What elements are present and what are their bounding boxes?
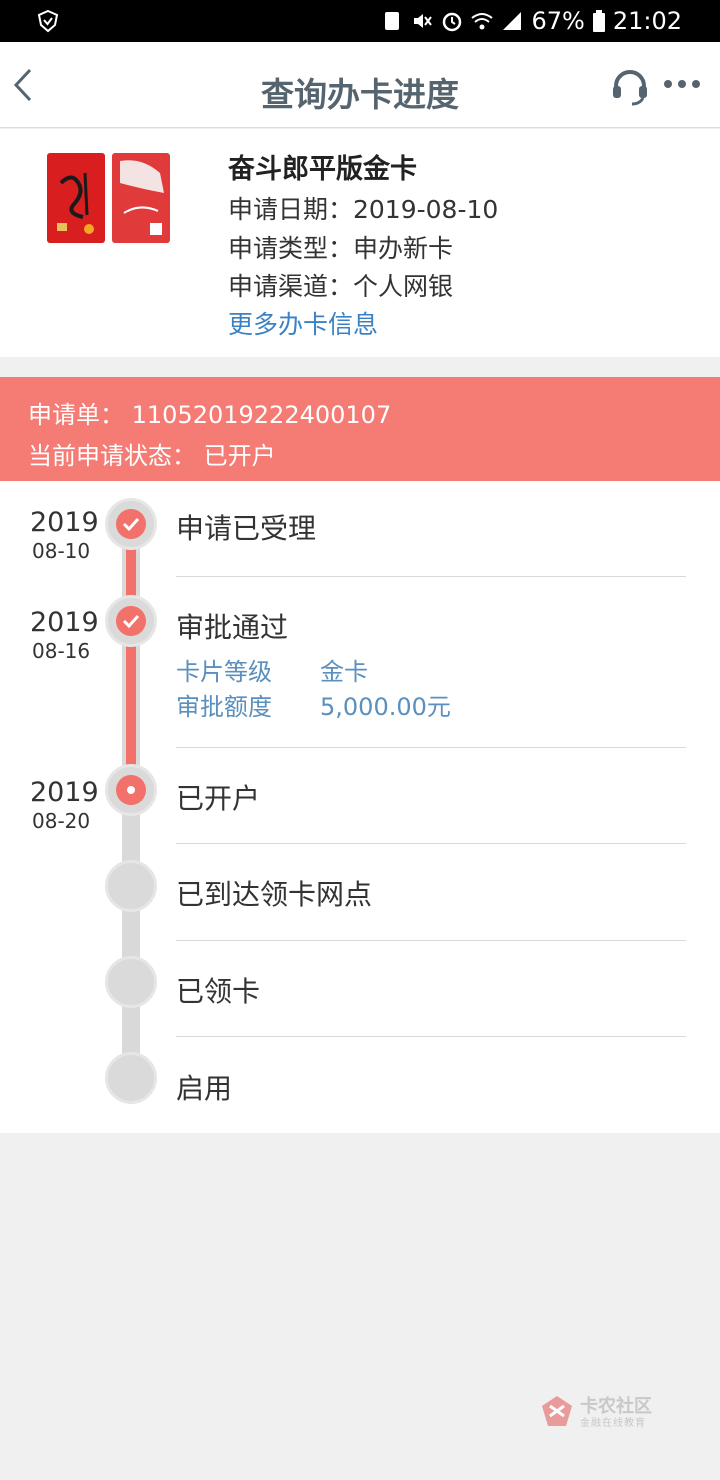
card-back-image <box>112 153 170 243</box>
step-year: 2019 <box>30 777 99 808</box>
step-node-completed <box>105 498 157 550</box>
step-date: 08-20 <box>32 809 91 833</box>
more-options-icon[interactable] <box>662 76 702 92</box>
wifi-icon <box>471 13 494 30</box>
timeline-progress-bar <box>126 521 136 791</box>
alarm-icon <box>443 12 462 32</box>
card-info-panel: 奋斗郎平版金卡 申请日期：2019-08-10 申请类型：申办新卡 申请渠道：个… <box>0 129 720 357</box>
card-name: 奋斗郎平版金卡 <box>228 154 417 185</box>
card-level-label: 卡片等级 <box>176 658 272 686</box>
step-date: 08-10 <box>32 539 91 563</box>
mute-icon <box>414 14 433 28</box>
step-label: 审批通过 <box>176 611 289 644</box>
divider <box>176 576 686 577</box>
progress-timeline: 2019 08-10 申请已受理 2019 08-16 审批通过 卡片等级 金卡… <box>0 481 720 1133</box>
watermark: 卡农社区 金融在线教育 <box>540 1392 670 1432</box>
shield-icon <box>37 9 59 33</box>
divider <box>176 747 686 748</box>
apply-channel: 申请渠道：个人网银 <box>228 272 454 301</box>
status-bar: 67% 21:02 <box>0 0 720 42</box>
step-label: 已开户 <box>176 782 261 815</box>
step-node-pending <box>105 956 157 1008</box>
step-label: 申请已受理 <box>176 512 317 545</box>
divider <box>176 1036 686 1037</box>
card-front-image <box>47 153 105 243</box>
application-status: 当前申请状态： 已开户 <box>28 442 276 470</box>
check-icon <box>122 614 140 629</box>
step-label: 已领卡 <box>176 975 261 1008</box>
battery-percent: 67% <box>531 7 585 35</box>
headset-support-icon[interactable] <box>610 66 650 106</box>
sim-icon <box>385 12 400 30</box>
step-label: 启用 <box>176 1072 233 1105</box>
step-node-pending <box>105 860 157 912</box>
clock: 21:02 <box>612 7 682 35</box>
step-year: 2019 <box>30 607 99 638</box>
watermark-tagline: 金融在线教育 <box>580 1418 646 1429</box>
app-header: 查询办卡进度 <box>0 42 720 128</box>
step-label: 已到达领卡网点 <box>176 878 373 911</box>
card-level-value: 金卡 <box>320 658 368 686</box>
step-node-completed <box>105 595 157 647</box>
divider <box>176 843 686 844</box>
more-card-info-link[interactable]: 更多办卡信息 <box>228 305 378 341</box>
application-number: 申请单： 11052019222400107 <box>28 401 392 429</box>
divider <box>176 940 686 941</box>
step-year: 2019 <box>30 507 99 538</box>
signal-icon <box>503 12 522 30</box>
step-node-pending <box>105 1052 157 1104</box>
credit-limit-label: 审批额度 <box>176 693 272 721</box>
apply-date: 申请日期：2019-08-10 <box>228 195 499 224</box>
apply-type: 申请类型：申办新卡 <box>228 234 454 263</box>
credit-limit-value: 5,000.00元 <box>320 693 451 721</box>
step-node-current <box>105 764 157 816</box>
application-status-banner: 申请单： 11052019222400107 当前申请状态： 已开户 <box>0 377 720 481</box>
battery-icon <box>592 10 605 32</box>
watermark-logo-icon <box>542 1396 572 1426</box>
step-date: 08-16 <box>32 639 91 663</box>
check-icon <box>122 517 140 532</box>
